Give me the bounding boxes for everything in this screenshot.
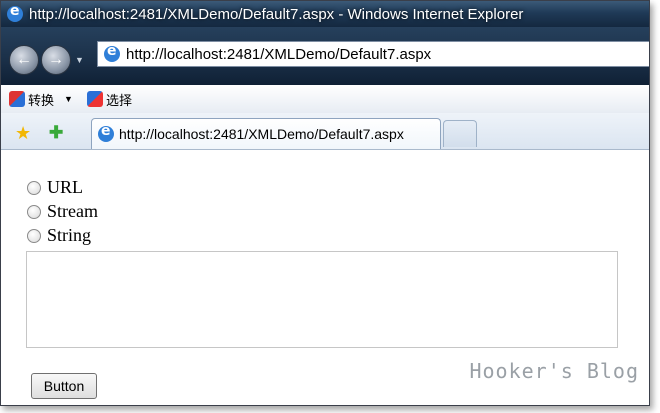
select-button[interactable]: 选择 (86, 90, 132, 109)
new-tab-button[interactable] (443, 120, 477, 147)
window-title: http://localhost:2481/XMLDemo/Default7.a… (29, 5, 524, 23)
ie-logo-icon (7, 3, 23, 22)
command-bar: 转换 ▼ 选择 (1, 85, 649, 114)
tab-default7[interactable]: http://localhost:2481/XMLDemo/Default7.a… (91, 118, 441, 149)
radio-button[interactable] (27, 228, 41, 243)
add-favorite-icon[interactable]: ✚ (49, 123, 63, 143)
output-textarea[interactable] (26, 251, 618, 348)
back-button[interactable]: ← (9, 45, 39, 75)
forward-button[interactable]: → (41, 45, 71, 75)
select-icon (86, 91, 103, 107)
radio-label: URL (47, 177, 83, 197)
radio-button[interactable] (27, 180, 41, 195)
radio-label: Stream (47, 201, 98, 221)
radio-label: String (47, 225, 92, 245)
convert-label: 转换 (28, 92, 55, 108)
convert-button[interactable]: 转换 (9, 90, 54, 109)
watermark-text: Hooker's Blog (469, 359, 639, 383)
radio-option-string[interactable]: String (27, 225, 91, 246)
submit-button[interactable]: Button (31, 373, 97, 399)
page-content: URL Stream String Button Hooker's Blog (1, 150, 649, 405)
page-icon (104, 43, 120, 62)
tab-page-icon (98, 123, 114, 142)
favorites-star-icon[interactable]: ★ (15, 123, 31, 144)
convert-dropdown-icon[interactable]: ▼ (64, 94, 73, 104)
convert-icon (9, 91, 25, 107)
select-label: 选择 (105, 92, 132, 108)
tab-label: http://localhost:2481/XMLDemo/Default7.a… (119, 126, 404, 142)
title-bar: http://localhost:2481/XMLDemo/Default7.a… (1, 1, 649, 27)
tab-bar: ★ ✚ http://localhost:2481/XMLDemo/Defaul… (1, 113, 649, 150)
forward-arrow-icon: → (48, 51, 64, 68)
history-dropdown-icon[interactable]: ▼ (75, 55, 84, 65)
navigation-bar: ← → ▼ http://localhost:2481/XMLDemo/Defa… (1, 27, 649, 85)
radio-option-stream[interactable]: Stream (27, 201, 98, 222)
back-arrow-icon: ← (16, 51, 32, 68)
browser-window: http://localhost:2481/XMLDemo/Default7.a… (0, 0, 650, 406)
radio-option-url[interactable]: URL (27, 177, 83, 198)
address-url: http://localhost:2481/XMLDemo/Default7.a… (126, 45, 432, 63)
address-field[interactable]: http://localhost:2481/XMLDemo/Default7.a… (97, 41, 649, 67)
radio-button[interactable] (27, 204, 41, 219)
